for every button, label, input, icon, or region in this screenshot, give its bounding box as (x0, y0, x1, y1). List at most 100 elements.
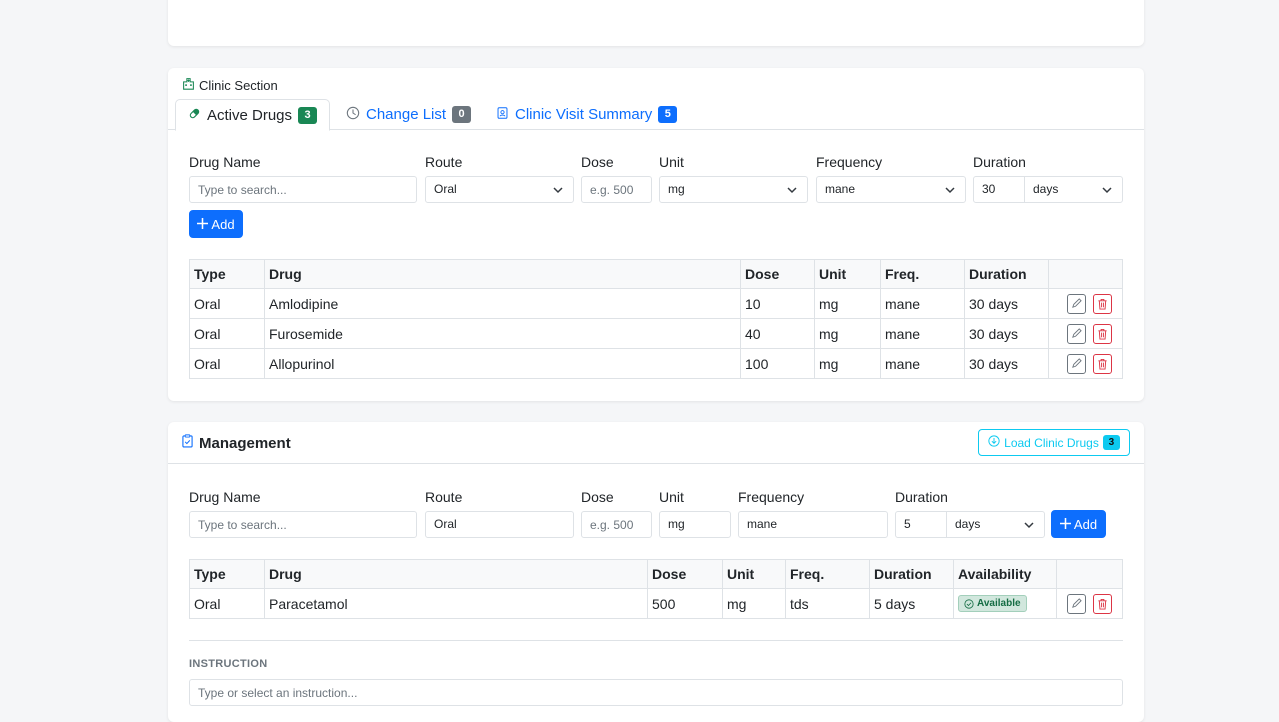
pencil-icon (1072, 358, 1082, 368)
table-row: Oral Amlodipine 10 mg mane 30 days (189, 288, 1123, 319)
cell-type: Oral (189, 348, 265, 379)
cell-unit: mg (814, 348, 881, 379)
route-label: Route (425, 154, 463, 170)
trash-icon (1098, 298, 1107, 309)
management-drugs-table: Type Drug Dose Unit Freq. Duration Avail… (189, 559, 1123, 619)
count-badge: 3 (298, 106, 318, 124)
cell-dose: 40 (740, 318, 815, 349)
column-header: Unit (814, 259, 881, 289)
duration-unit-value: days (955, 517, 981, 531)
load-button-label: Load Clinic Drugs (1004, 435, 1099, 450)
trash-icon (1098, 328, 1107, 339)
frequency-label: Frequency (816, 154, 883, 170)
active-drugs-table: Type Drug Dose Unit Freq. Duration Oral … (189, 259, 1123, 379)
tab-active-drugs[interactable]: Active Drugs 3 (175, 99, 331, 131)
edit-button[interactable] (1067, 593, 1086, 614)
actions-header (1056, 559, 1123, 589)
table-row: Oral Furosemide 40 mg mane 30 days (189, 318, 1123, 349)
drug-name-input[interactable] (189, 511, 417, 538)
duration-label: Duration (973, 154, 1026, 170)
column-header: Dose (740, 259, 815, 289)
clinic-section-card: Clinic Section Active Drugs 3 Change Lis… (168, 68, 1144, 401)
column-header: Availability (953, 559, 1057, 589)
instruction-label: INSTRUCTION (189, 658, 268, 670)
tab-label: Active Drugs (207, 106, 293, 124)
unit-value: mg (668, 517, 685, 531)
cell-duration: 30 days (964, 318, 1049, 349)
drug-name-label: Drug Name (189, 154, 261, 170)
cell-dose: 10 (740, 288, 815, 319)
duration-input[interactable]: 5 (895, 511, 947, 538)
download-circle-icon (988, 435, 1000, 450)
cell-type: Oral (189, 318, 265, 349)
route-select[interactable]: Oral (425, 176, 574, 203)
capsule-icon (188, 107, 201, 124)
cell-duration: 30 days (964, 288, 1049, 319)
availability-text: Available (977, 598, 1021, 609)
column-header: Drug (264, 259, 741, 289)
cell-drug: Furosemide (264, 318, 741, 349)
clinic-section-title: Clinic Section (199, 77, 278, 93)
cell-type: Oral (189, 288, 265, 319)
delete-button[interactable] (1093, 293, 1112, 314)
route-label: Route (425, 489, 463, 505)
frequency-value: mane (825, 182, 856, 196)
column-header: Duration (964, 259, 1049, 289)
duration-unit-select[interactable]: days (1024, 176, 1123, 203)
chevron-down-icon (787, 187, 797, 194)
management-title-text: Management (199, 434, 291, 452)
cell-actions (1048, 318, 1123, 349)
column-header: Unit (722, 559, 786, 589)
dose-label: Dose (581, 489, 614, 505)
cell-freq: mane (880, 318, 965, 349)
cell-freq: mane (880, 348, 965, 379)
frequency-input[interactable]: mane (738, 511, 888, 538)
delete-button[interactable] (1093, 593, 1112, 614)
pencil-icon (1072, 598, 1082, 608)
unit-select[interactable]: mg (659, 176, 808, 203)
drug-name-label: Drug Name (189, 489, 261, 505)
edit-button[interactable] (1067, 323, 1086, 344)
divider (189, 640, 1123, 641)
pencil-icon (1072, 298, 1082, 308)
management-card: Management Load Clinic Drugs 3 Drug Name… (168, 422, 1144, 722)
frequency-label: Frequency (738, 489, 805, 505)
delete-button[interactable] (1093, 353, 1112, 374)
cell-actions (1048, 348, 1123, 379)
duration-value: 5 (904, 517, 911, 531)
edit-button[interactable] (1067, 353, 1086, 374)
drug-name-input[interactable] (189, 176, 417, 203)
trash-icon (1098, 358, 1107, 369)
chevron-down-icon (1102, 187, 1112, 194)
add-drug-button[interactable]: Add (189, 210, 243, 238)
column-header: Type (189, 259, 265, 289)
cell-actions (1048, 288, 1123, 319)
dose-input[interactable] (581, 511, 652, 538)
tab-clinic-visit-summary[interactable]: Clinic Visit Summary 5 (484, 99, 689, 130)
cell-dose: 100 (740, 348, 815, 379)
management-header: Management Load Clinic Drugs 3 (168, 422, 1144, 464)
add-drug-button[interactable]: Add (1051, 510, 1106, 538)
route-input[interactable]: Oral (425, 511, 574, 538)
cell-freq: mane (880, 288, 965, 319)
load-clinic-drugs-button[interactable]: Load Clinic Drugs 3 (978, 429, 1130, 456)
cell-duration: 5 days (869, 588, 954, 619)
column-header: Drug (264, 559, 648, 589)
unit-label: Unit (659, 489, 684, 505)
add-label: Add (1073, 516, 1098, 532)
duration-input[interactable]: 30 (973, 176, 1025, 203)
delete-button[interactable] (1093, 323, 1112, 344)
clinic-section-header: Clinic Section (182, 77, 278, 93)
cell-unit: mg (814, 318, 881, 349)
duration-unit-select[interactable]: days (946, 511, 1045, 538)
dose-input[interactable] (581, 176, 652, 203)
cell-freq: tds (785, 588, 870, 619)
column-header: Duration (869, 559, 954, 589)
instruction-input[interactable] (189, 679, 1123, 706)
unit-value: mg (668, 182, 685, 196)
frequency-select[interactable]: mane (816, 176, 966, 203)
cell-dose: 500 (647, 588, 723, 619)
unit-input[interactable]: mg (659, 511, 731, 538)
edit-button[interactable] (1067, 293, 1086, 314)
tab-change-list[interactable]: Change List 0 (334, 99, 483, 130)
